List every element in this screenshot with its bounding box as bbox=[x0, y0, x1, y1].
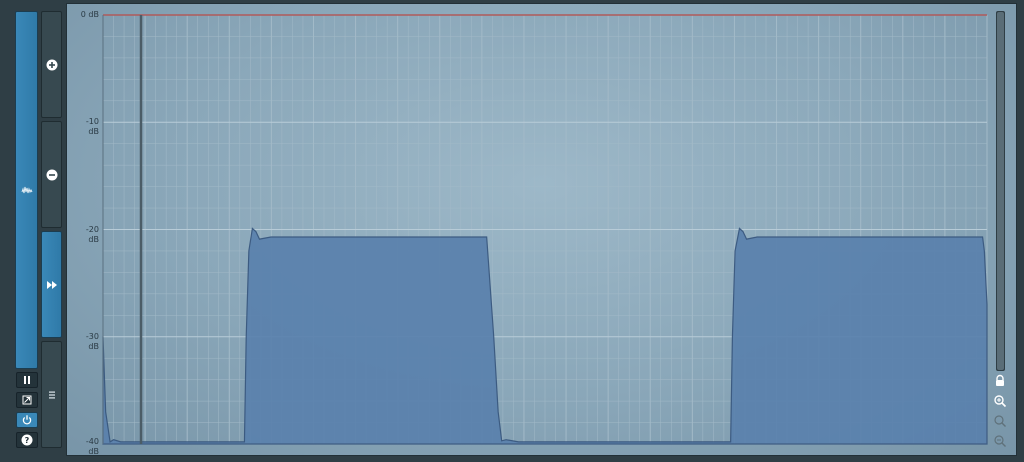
vertical-scrollbar[interactable] bbox=[996, 11, 1005, 371]
export-button[interactable] bbox=[16, 392, 38, 408]
zoom-out-disabled-icon bbox=[994, 435, 1006, 447]
menu-button[interactable] bbox=[41, 341, 62, 448]
zoom-icon[interactable] bbox=[993, 394, 1007, 408]
y-tick-label: -10 dB bbox=[85, 117, 99, 137]
help-icon: ? bbox=[21, 434, 33, 446]
waveform-mode-icon bbox=[21, 186, 33, 194]
power-icon bbox=[22, 415, 32, 425]
y-tick-label: 0 dB bbox=[80, 10, 99, 19]
fast-forward-button[interactable] bbox=[41, 231, 62, 338]
graph-panel[interactable]: 0 dB -10 dB -20 dB -30 dB -40 dB bbox=[66, 3, 1017, 456]
zoom-out-button[interactable] bbox=[41, 121, 62, 228]
analyzer-window: ? 0 dB -10 dB -20 dB -30 dB -40 dB bbox=[0, 0, 1024, 462]
help-button[interactable]: ? bbox=[16, 432, 38, 448]
pause-icon bbox=[24, 376, 30, 384]
plus-circle-icon bbox=[46, 59, 57, 70]
y-tick-label: -40 dB bbox=[85, 437, 99, 456]
pause-button[interactable] bbox=[16, 372, 38, 388]
fast-forward-icon bbox=[46, 280, 57, 289]
y-tick-label: -30 dB bbox=[85, 331, 99, 351]
scrollbar-thumb[interactable] bbox=[997, 12, 1004, 370]
zoom-in-button[interactable] bbox=[41, 11, 62, 118]
minus-circle-icon bbox=[46, 169, 57, 180]
lock-icon[interactable] bbox=[993, 374, 1007, 388]
power-button[interactable] bbox=[16, 412, 38, 428]
export-icon bbox=[22, 395, 32, 405]
display-mode-button[interactable] bbox=[15, 11, 38, 369]
zoom-reset-icon bbox=[994, 415, 1006, 427]
level-graph[interactable] bbox=[67, 4, 1016, 455]
y-tick-label: -20 dB bbox=[85, 224, 99, 244]
svg-text:?: ? bbox=[25, 436, 30, 445]
hamburger-icon bbox=[48, 391, 55, 398]
